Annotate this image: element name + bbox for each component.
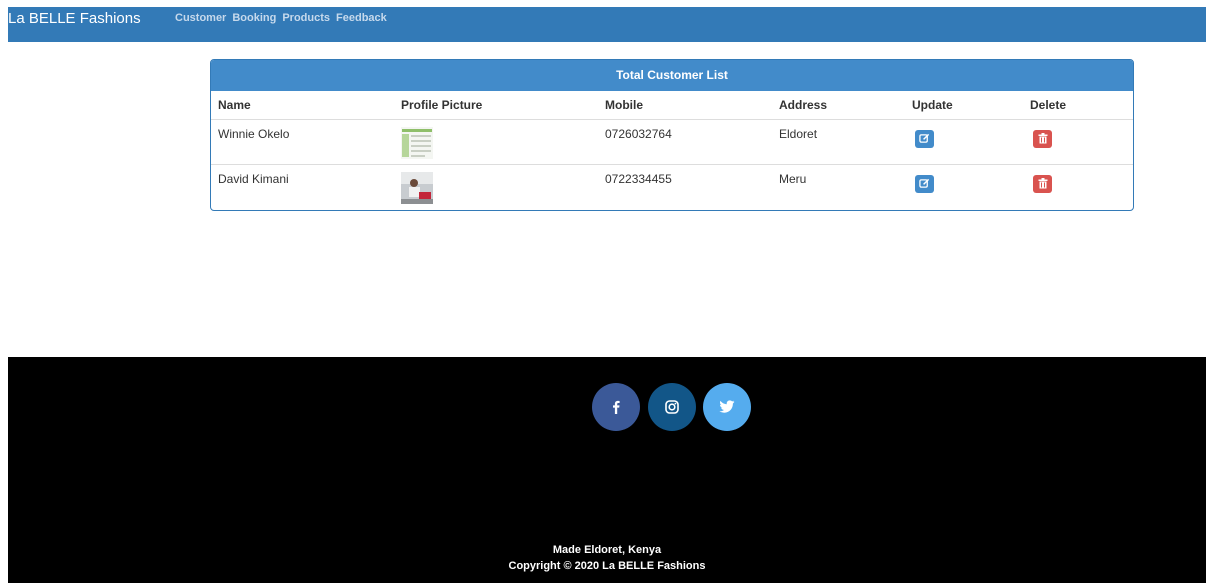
column-header-delete: Delete	[1023, 91, 1133, 120]
trash-icon	[1038, 133, 1047, 144]
nav-links: Customer Booking Products Feedback	[175, 12, 387, 24]
top-navbar: La BELLE Fashions Customer Booking Produ…	[8, 7, 1206, 42]
footer-copyright: Copyright © 2020 La BELLE Fashions	[508, 560, 706, 572]
cell-address: Meru	[772, 163, 905, 209]
footer-made-text: Made Eldoret, Kenya	[552, 544, 662, 556]
nav-link-products[interactable]: Products	[282, 12, 330, 24]
profile-picture-thumbnail	[401, 126, 433, 159]
table-row: David Kimani 0722334455 Meru	[211, 163, 1133, 209]
cell-address: Eldoret	[772, 118, 905, 164]
footer: Made Eldoret, Kenya Copyright © 2020 La …	[8, 357, 1206, 583]
cell-mobile: 0722334455	[598, 163, 772, 209]
nav-link-booking[interactable]: Booking	[232, 12, 276, 24]
cell-name: Winnie Okelo	[211, 118, 394, 164]
delete-button[interactable]	[1033, 129, 1052, 148]
facebook-icon	[613, 400, 620, 414]
update-button[interactable]	[915, 174, 934, 193]
edit-icon	[919, 178, 930, 188]
column-header-name: Name	[211, 91, 394, 120]
trash-icon	[1038, 178, 1047, 189]
cell-name: David Kimani	[211, 163, 394, 209]
twitter-link[interactable]	[703, 383, 751, 431]
cell-delete	[1023, 118, 1133, 164]
cell-mobile: 0726032764	[598, 118, 772, 164]
cell-profile-picture	[394, 118, 598, 164]
page: La BELLE Fashions Customer Booking Produ…	[0, 0, 1206, 583]
instagram-link[interactable]	[648, 383, 696, 431]
update-button[interactable]	[915, 129, 934, 148]
customer-table: Name Profile Picture Mobile Address Upda…	[211, 91, 1133, 209]
nav-link-feedback[interactable]: Feedback	[336, 12, 387, 24]
twitter-icon	[719, 400, 735, 413]
cell-update	[905, 163, 1023, 209]
cell-delete	[1023, 163, 1133, 209]
facebook-link[interactable]	[592, 383, 640, 431]
edit-icon	[919, 133, 930, 143]
customer-list-panel: Total Customer List Name Profile Picture…	[210, 59, 1134, 211]
instagram-icon	[665, 400, 679, 414]
table-row: Winnie Okelo 0726032764 Eldoret	[211, 118, 1133, 164]
panel-title: Total Customer List	[211, 60, 1133, 91]
column-header-address: Address	[772, 91, 905, 120]
cell-update	[905, 118, 1023, 164]
brand-link[interactable]: La BELLE Fashions	[8, 10, 141, 27]
delete-button[interactable]	[1033, 174, 1052, 193]
nav-link-customer[interactable]: Customer	[175, 12, 226, 24]
column-header-profile-picture: Profile Picture	[394, 91, 598, 120]
cell-profile-picture	[394, 163, 598, 209]
column-header-mobile: Mobile	[598, 91, 772, 120]
column-header-update: Update	[905, 91, 1023, 120]
table-header-row: Name Profile Picture Mobile Address Upda…	[211, 91, 1133, 120]
profile-picture-thumbnail	[401, 171, 433, 204]
